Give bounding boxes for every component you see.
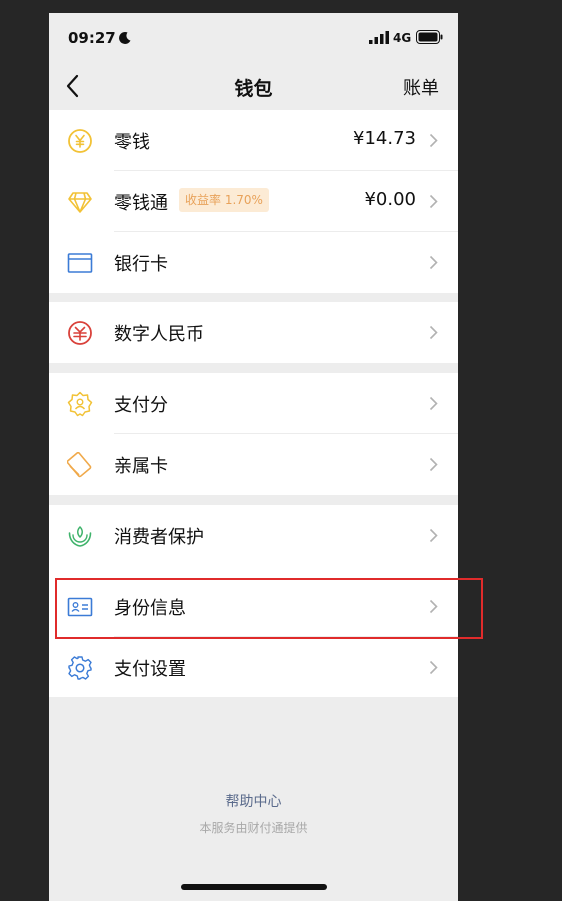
service-provider-note: 本服务由财付通提供 — [199, 821, 308, 835]
credit-group: 支付分 亲属卡 — [49, 373, 458, 495]
row-label: 零钱 — [114, 132, 150, 153]
page-title: 钱包 — [234, 78, 273, 100]
row-label: 零钱通 — [114, 193, 168, 214]
row-label: 亲属卡 — [114, 456, 168, 477]
signal-icon — [369, 31, 389, 44]
navigation-bar: 钱包 账单 — [49, 63, 458, 109]
chevron-right-icon — [429, 457, 438, 472]
balance-group: 零钱 ¥14.73 零钱通 收益率 1.70% ¥0.00 银行卡 — [49, 110, 458, 293]
yuan-coin-icon — [68, 129, 92, 153]
chevron-right-icon — [429, 133, 438, 148]
home-indicator[interactable] — [181, 884, 327, 890]
yield-rate-badge: 收益率 1.70% — [179, 188, 269, 212]
balance-value: ¥14.73 — [353, 128, 416, 149]
highlight-box — [55, 578, 483, 639]
chevron-right-icon — [429, 528, 438, 543]
status-bar: 09:27 4G — [49, 13, 458, 63]
phone-screen: 09:27 4G 钱包 账单 零钱 ¥14.73 零钱通 收益率 1.70% ¥… — [49, 13, 458, 901]
row-label: 银行卡 — [114, 254, 168, 275]
bill-button[interactable]: 账单 — [403, 74, 439, 100]
row-label: 消费者保护 — [114, 527, 204, 548]
network-type: 4G — [393, 31, 412, 45]
bank-card-icon — [67, 253, 93, 273]
family-card-icon — [67, 452, 92, 478]
chevron-right-icon — [429, 660, 438, 675]
digital-rmb-group: 数字人民币 — [49, 302, 458, 363]
row-digital-rmb[interactable]: 数字人民币 — [49, 302, 458, 363]
row-family-card[interactable]: 亲属卡 — [49, 434, 458, 495]
row-label: 支付设置 — [114, 659, 186, 680]
chevron-right-icon — [429, 396, 438, 411]
row-label: 支付分 — [114, 395, 168, 416]
consumer-protection-icon — [68, 525, 92, 547]
status-time: 09:27 — [68, 29, 116, 47]
battery-icon — [416, 30, 443, 44]
row-lingqiantong[interactable]: 零钱通 收益率 1.70% ¥0.00 — [49, 171, 458, 232]
help-center-link[interactable]: 帮助中心 — [49, 791, 458, 811]
settings-gear-icon — [68, 656, 92, 680]
row-payment-settings[interactable]: 支付设置 — [49, 637, 458, 698]
row-bank-card[interactable]: 银行卡 — [49, 232, 458, 293]
balance-value: ¥0.00 — [364, 189, 416, 210]
chevron-right-icon — [429, 255, 438, 270]
digital-rmb-icon — [68, 321, 92, 345]
row-change[interactable]: 零钱 ¥14.73 — [49, 110, 458, 171]
row-consumer-protection[interactable]: 消费者保护 — [49, 505, 458, 566]
row-label: 数字人民币 — [114, 324, 204, 345]
moon-icon — [119, 31, 131, 44]
chevron-right-icon — [429, 194, 438, 209]
diamond-icon — [68, 192, 92, 213]
chevron-right-icon — [429, 325, 438, 340]
row-pay-score[interactable]: 支付分 — [49, 373, 458, 434]
pay-score-icon — [67, 391, 93, 417]
